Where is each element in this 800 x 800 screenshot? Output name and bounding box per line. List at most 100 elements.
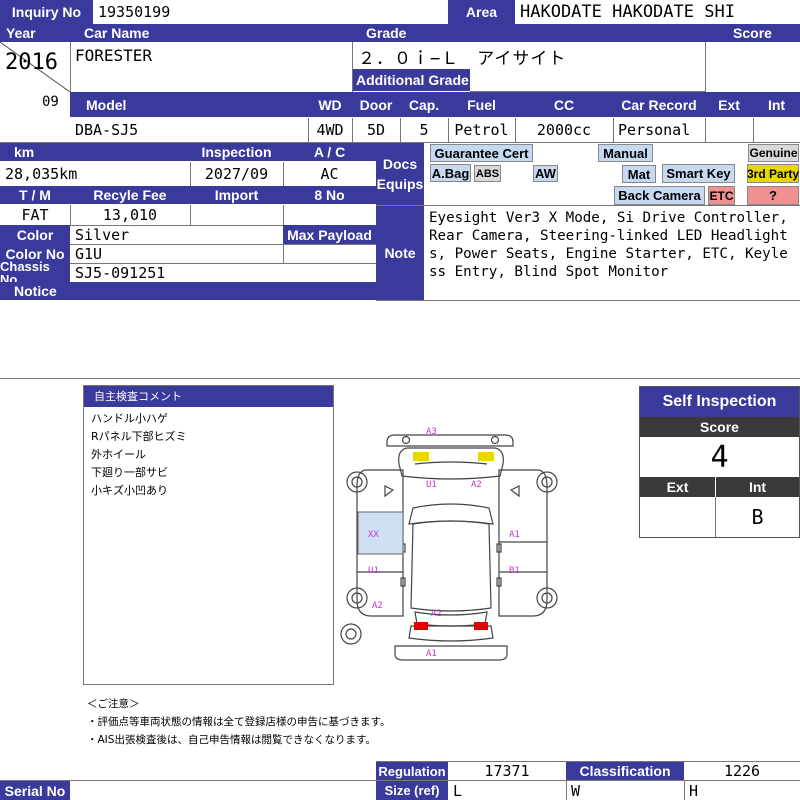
color-value: Silver (75, 225, 130, 244)
additional-grade-label: Additional Grade (352, 69, 470, 91)
self-int-label: Int (716, 477, 799, 497)
cc-label: CC (515, 92, 613, 117)
wd-value: 4WD (316, 121, 344, 139)
size-label: Size (ref) (376, 781, 448, 800)
self-comment-list: ハンドル小ハゲ Rパネル下部ヒズミ 外ホイール 下廻り一部サビ 小キズ小凹あり (91, 410, 187, 500)
caution-notes: ＜ご注意＞ ・評価点等車両状態の情報は全て登録店様の申告に基づきます。 ・AIS… (87, 695, 390, 749)
area-label: Area (448, 0, 515, 24)
guarantee-badge: Guarantee Cert (430, 144, 533, 162)
mark-b1-right: B1 (509, 566, 520, 576)
self-score-label: Score (640, 417, 799, 437)
km-value: 28,035km (5, 165, 78, 183)
self-ext-value (640, 497, 715, 537)
comment-item: 下廻り一部サビ (91, 466, 168, 479)
ac-label: A / C (283, 143, 376, 161)
ext-label: Ext (705, 92, 753, 117)
third-party-badge: 3rd Party (747, 164, 799, 183)
comment-item: Rパネル下部ヒズミ (91, 430, 187, 443)
note-label: Note (376, 206, 424, 300)
record-value: Personal (618, 121, 691, 139)
headlight-left (413, 452, 429, 461)
year-label: Year (0, 24, 70, 42)
notice-label: Notice (0, 282, 376, 300)
panel-highlight (357, 511, 404, 555)
inquiry-value: 19350199 (98, 3, 171, 21)
carname-label: Car Name (70, 24, 352, 42)
comment-item: 小キズ小凹あり (91, 484, 168, 497)
month-value: 09 (42, 94, 59, 110)
colorno-value: G1U (75, 244, 103, 263)
recycle-label: Recyle Fee (70, 186, 190, 204)
caution-title: ＜ご注意＞ (87, 698, 140, 710)
regulation-label: Regulation (376, 762, 448, 780)
size-l: L (453, 781, 463, 800)
self-score-value: 4 (710, 439, 729, 475)
classification-value: 1226 (723, 762, 761, 780)
serial-label: Serial No (0, 781, 70, 800)
mark-a3: A3 (426, 427, 437, 437)
self-int-value: B (751, 505, 764, 529)
color-label: Color (0, 225, 70, 244)
door-value: 5D (366, 121, 386, 139)
model-label: Model (70, 92, 308, 117)
abs-badge: ABS (474, 165, 501, 182)
mark-a2-rear: A2 (431, 609, 442, 619)
recycle-value: 13,010 (102, 206, 158, 224)
headlight-right (478, 452, 494, 461)
taillight-right (474, 622, 488, 630)
self-ext-label: Ext (640, 477, 715, 497)
tm-label: T / M (0, 186, 70, 204)
cap-value: 5 (419, 121, 429, 139)
fuel-value: Petrol (454, 121, 509, 139)
mat-badge: Mat (622, 165, 656, 183)
comment-item: 外ホイール (91, 448, 146, 461)
caution-line-1: ・評価点等車両状態の情報は全て登録店様の申告に基づきます。 (87, 716, 391, 728)
taillight-left (414, 622, 428, 630)
year-value: 2016 (5, 50, 58, 75)
size-w: W (571, 781, 581, 800)
etc-badge: ETC (708, 186, 735, 205)
mark-xx: XX (368, 530, 379, 540)
int-label: Int (753, 92, 800, 117)
wd-label: WD (308, 92, 352, 117)
eightno-label: 8 No (283, 186, 376, 204)
comment-item: ハンドル小ハゲ (91, 412, 168, 425)
grade-value: ２．０ｉ−Ｌ アイサイト (358, 49, 567, 69)
classification-label: Classification (566, 762, 684, 780)
inquiry-label: Inquiry No (0, 0, 93, 24)
inspection-label: Inspection (190, 143, 283, 161)
self-inspection-title: Self Inspection (640, 387, 799, 417)
mark-a2-top: A2 (471, 480, 482, 490)
smartkey-badge: Smart Key (662, 164, 735, 183)
regulation-value: 17371 (484, 762, 530, 780)
note-text: Eyesight Ver3 X Mode, Si Drive Controlle… (429, 210, 788, 280)
carname-value: FORESTER (75, 46, 153, 65)
abag-badge: A.Bag (430, 164, 471, 182)
chassis-label: Chassis No (0, 260, 70, 286)
mark-a1-right: A1 (509, 530, 520, 540)
backcamera-badge: Back Camera (614, 186, 705, 205)
tm-value: FAT (21, 206, 49, 224)
mark-a1-bottom: A1 (426, 649, 437, 659)
km-label: km (0, 143, 190, 161)
genuine-badge: Genuine (748, 144, 799, 162)
docs-label: Docs (382, 156, 418, 172)
door-label: Door (352, 92, 400, 117)
mark-u1-top: U1 (426, 480, 437, 490)
fuel-label: Fuel (448, 92, 515, 117)
cap-label: Cap. (400, 92, 448, 117)
cc-value: 2000cc (536, 121, 592, 139)
aw-badge: AW (533, 165, 558, 182)
chassis-value: SJ5-091251 (75, 263, 166, 282)
grade-label: Grade (352, 24, 705, 42)
manual-badge: Manual (598, 144, 653, 162)
record-label: Car Record (613, 92, 705, 117)
mark-a2-left: A2 (372, 601, 383, 611)
self-comment-title: 自主検査コメント (84, 386, 333, 407)
docs-equips-label: Docs Equips (376, 143, 424, 205)
area-value: HAKODATE HAKODATE SHI (520, 2, 735, 22)
score-label: Score (705, 24, 800, 42)
equips-label: Equips (376, 176, 424, 192)
model-value: DBA-SJ5 (75, 121, 139, 139)
mark-u1-left: U1 (368, 566, 379, 576)
